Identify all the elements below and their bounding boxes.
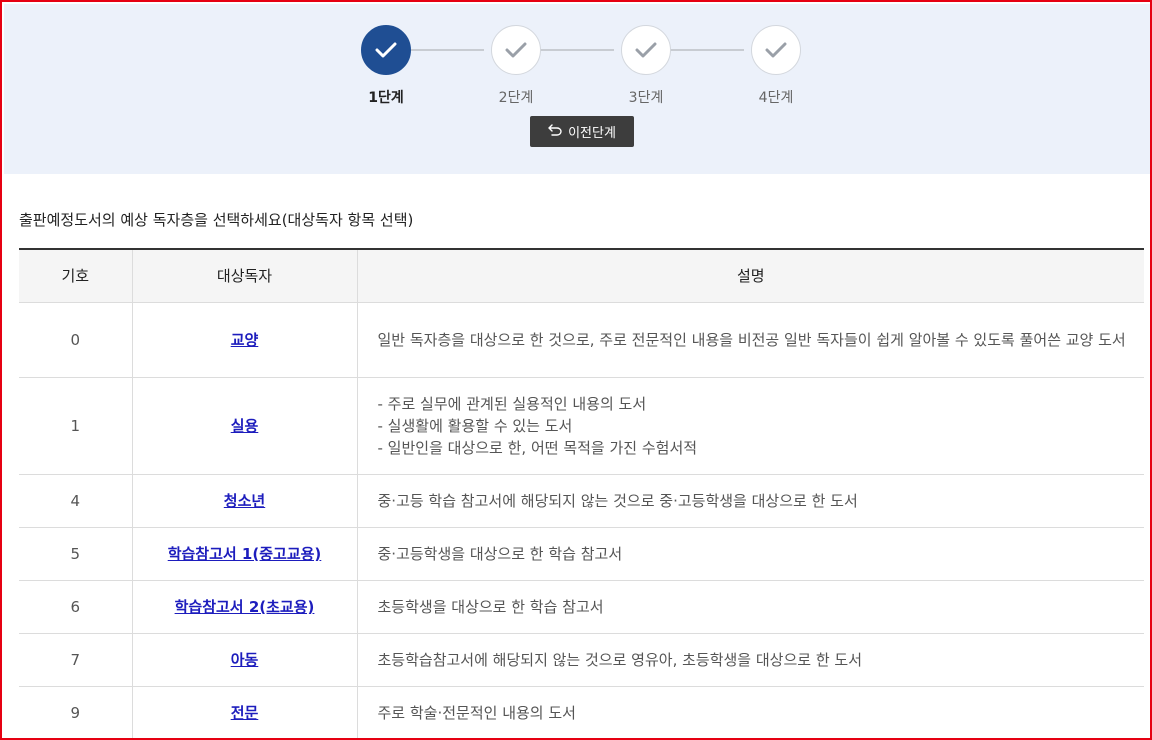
check-icon — [751, 25, 801, 75]
table-header-row: 기호 대상독자 설명 — [19, 248, 1144, 303]
row-description: 주로 학술·전문적인 내용의 도서 — [356, 686, 1144, 738]
table-row: 7 아동 초등학습참고서에 해당되지 않는 것으로 영유아, 초등학생을 대상으… — [19, 633, 1144, 687]
reader-link[interactable]: 아동 — [231, 651, 259, 669]
instruction-text: 출판예정도서의 예상 독자층을 선택하세요(대상독자 항목 선택) — [19, 211, 414, 229]
reader-link[interactable]: 전문 — [231, 704, 259, 722]
row-code: 5 — [19, 527, 132, 581]
row-description: 일반 독자층을 대상으로 한 것으로, 주로 전문적인 내용을 비전공 일반 독… — [356, 302, 1144, 378]
step-3[interactable]: 3단계 — [606, 25, 686, 107]
page-frame: 1단계 2단계 3단계 4단계 이전단계 출판예정도서의 예상 독자층을 선택하… — [0, 0, 1152, 740]
row-description: 중·고등학생을 대상으로 한 학습 참고서 — [356, 527, 1144, 581]
row-code: 9 — [19, 686, 132, 738]
table-row: 1 실용 - 주로 실무에 관계된 실용적인 내용의 도서 - 실생활에 활용할… — [19, 377, 1144, 475]
description-line: 중·고등학생을 대상으로 한 학습 참고서 — [377, 544, 623, 563]
check-icon — [361, 25, 411, 75]
description-line: 초등학생을 대상으로 한 학습 참고서 — [377, 597, 604, 616]
row-code: 4 — [19, 474, 132, 528]
row-reader-cell: 아동 — [131, 633, 357, 687]
row-reader-cell: 교양 — [131, 302, 357, 378]
step-2[interactable]: 2단계 — [476, 25, 556, 107]
reader-link[interactable]: 학습참고서 1(중고교용) — [168, 545, 322, 563]
table-row: 5 학습참고서 1(중고교용) 중·고등학생을 대상으로 한 학습 참고서 — [19, 527, 1144, 581]
table-row: 9 전문 주로 학술·전문적인 내용의 도서 — [19, 686, 1144, 738]
row-reader-cell: 학습참고서 1(중고교용) — [131, 527, 357, 581]
row-code: 6 — [19, 580, 132, 634]
row-description: 중·고등 학습 참고서에 해당되지 않는 것으로 중·고등학생을 대상으로 한 … — [356, 474, 1144, 528]
reader-link[interactable]: 실용 — [231, 417, 259, 435]
header-description: 설명 — [356, 248, 1144, 303]
description-line: 중·고등 학습 참고서에 해당되지 않는 것으로 중·고등학생을 대상으로 한 … — [377, 491, 858, 510]
reader-link[interactable]: 교양 — [231, 331, 259, 349]
reader-link[interactable]: 청소년 — [224, 492, 265, 510]
description-line: 주로 학술·전문적인 내용의 도서 — [377, 703, 576, 722]
row-code: 1 — [19, 377, 132, 475]
header-code: 기호 — [19, 248, 132, 303]
reader-table: 기호 대상독자 설명 0 교양 일반 독자층을 대상으로 한 것으로, 주로 전… — [19, 248, 1144, 738]
step-4[interactable]: 4단계 — [736, 25, 816, 107]
table-row: 0 교양 일반 독자층을 대상으로 한 것으로, 주로 전문적인 내용을 비전공… — [19, 302, 1144, 378]
description-line: - 실생활에 활용할 수 있는 도서 — [377, 416, 573, 435]
row-description: 초등학생을 대상으로 한 학습 참고서 — [356, 580, 1144, 634]
step-label: 4단계 — [758, 90, 794, 106]
reader-link[interactable]: 학습참고서 2(초교용) — [175, 598, 315, 616]
step-1[interactable]: 1단계 — [346, 25, 426, 107]
table-row: 6 학습참고서 2(초교용) 초등학생을 대상으로 한 학습 참고서 — [19, 580, 1144, 634]
description-line: - 주로 실무에 관계된 실용적인 내용의 도서 — [377, 394, 647, 413]
check-icon — [621, 25, 671, 75]
row-description: - 주로 실무에 관계된 실용적인 내용의 도서 - 실생활에 활용할 수 있는… — [356, 377, 1144, 475]
row-reader-cell: 전문 — [131, 686, 357, 738]
row-description: 초등학습참고서에 해당되지 않는 것으로 영유아, 초등학생을 대상으로 한 도… — [356, 633, 1144, 687]
header-reader: 대상독자 — [131, 248, 357, 303]
step-label: 1단계 — [368, 90, 404, 106]
step-label: 2단계 — [498, 90, 534, 106]
check-icon — [491, 25, 541, 75]
prev-step-button[interactable]: 이전단계 — [530, 116, 634, 147]
undo-arrow-icon — [548, 123, 562, 140]
table-row: 4 청소년 중·고등 학습 참고서에 해당되지 않는 것으로 중·고등학생을 대… — [19, 474, 1144, 528]
stepper-panel: 1단계 2단계 3단계 4단계 이전단계 — [4, 4, 1150, 174]
row-reader-cell: 청소년 — [131, 474, 357, 528]
description-line: 초등학습참고서에 해당되지 않는 것으로 영유아, 초등학생을 대상으로 한 도… — [377, 650, 863, 669]
description-line: - 일반인을 대상으로 한, 어떤 목적을 가진 수험서적 — [377, 438, 698, 457]
row-reader-cell: 실용 — [131, 377, 357, 475]
row-code: 0 — [19, 302, 132, 378]
prev-step-label: 이전단계 — [568, 126, 616, 141]
row-code: 7 — [19, 633, 132, 687]
description-line: 일반 독자층을 대상으로 한 것으로, 주로 전문적인 내용을 비전공 일반 독… — [377, 330, 1126, 349]
step-label: 3단계 — [628, 90, 664, 106]
row-reader-cell: 학습참고서 2(초교용) — [131, 580, 357, 634]
